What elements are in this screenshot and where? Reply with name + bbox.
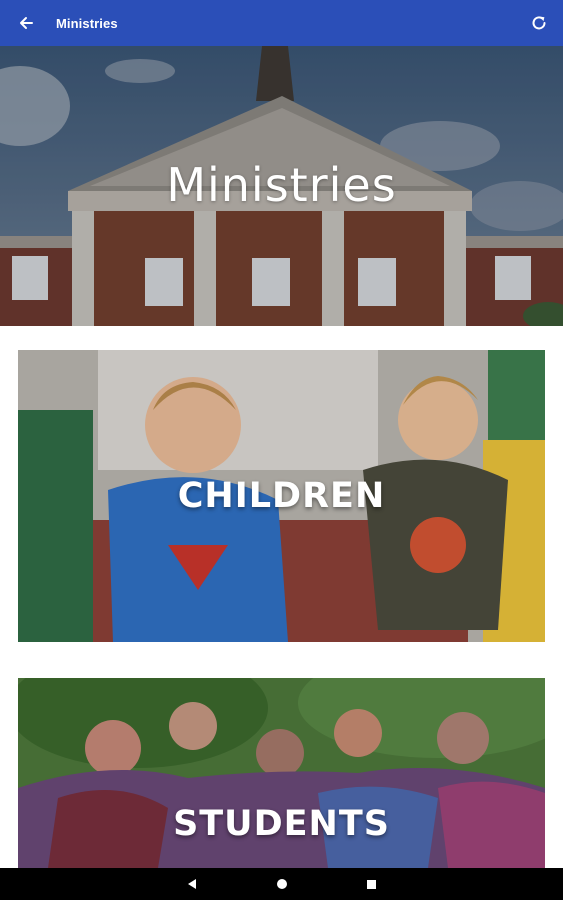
hero-title: Ministries: [166, 158, 397, 212]
recents-square-icon: [367, 879, 376, 889]
nav-back-button[interactable]: [147, 868, 237, 900]
app-bar: Ministries: [0, 0, 563, 46]
app-bar-title: Ministries: [56, 15, 118, 31]
system-nav-bar: [0, 868, 563, 900]
arrow-left-icon: [20, 17, 33, 29]
ministry-card-children[interactable]: CHILDREN: [18, 350, 545, 642]
home-circle-icon: [276, 879, 287, 889]
ministry-label-children: CHILDREN: [177, 476, 386, 516]
back-button[interactable]: [15, 12, 37, 34]
nav-home-button[interactable]: [237, 868, 327, 900]
refresh-icon: [532, 16, 546, 30]
back-triangle-icon: [187, 879, 196, 889]
ministry-label-students: STUDENTS: [173, 804, 390, 844]
ministry-card-students[interactable]: STUDENTS: [18, 678, 545, 868]
nav-recents-button[interactable]: [327, 868, 417, 900]
hero-banner: Ministries: [0, 46, 563, 326]
refresh-button[interactable]: [528, 12, 550, 34]
